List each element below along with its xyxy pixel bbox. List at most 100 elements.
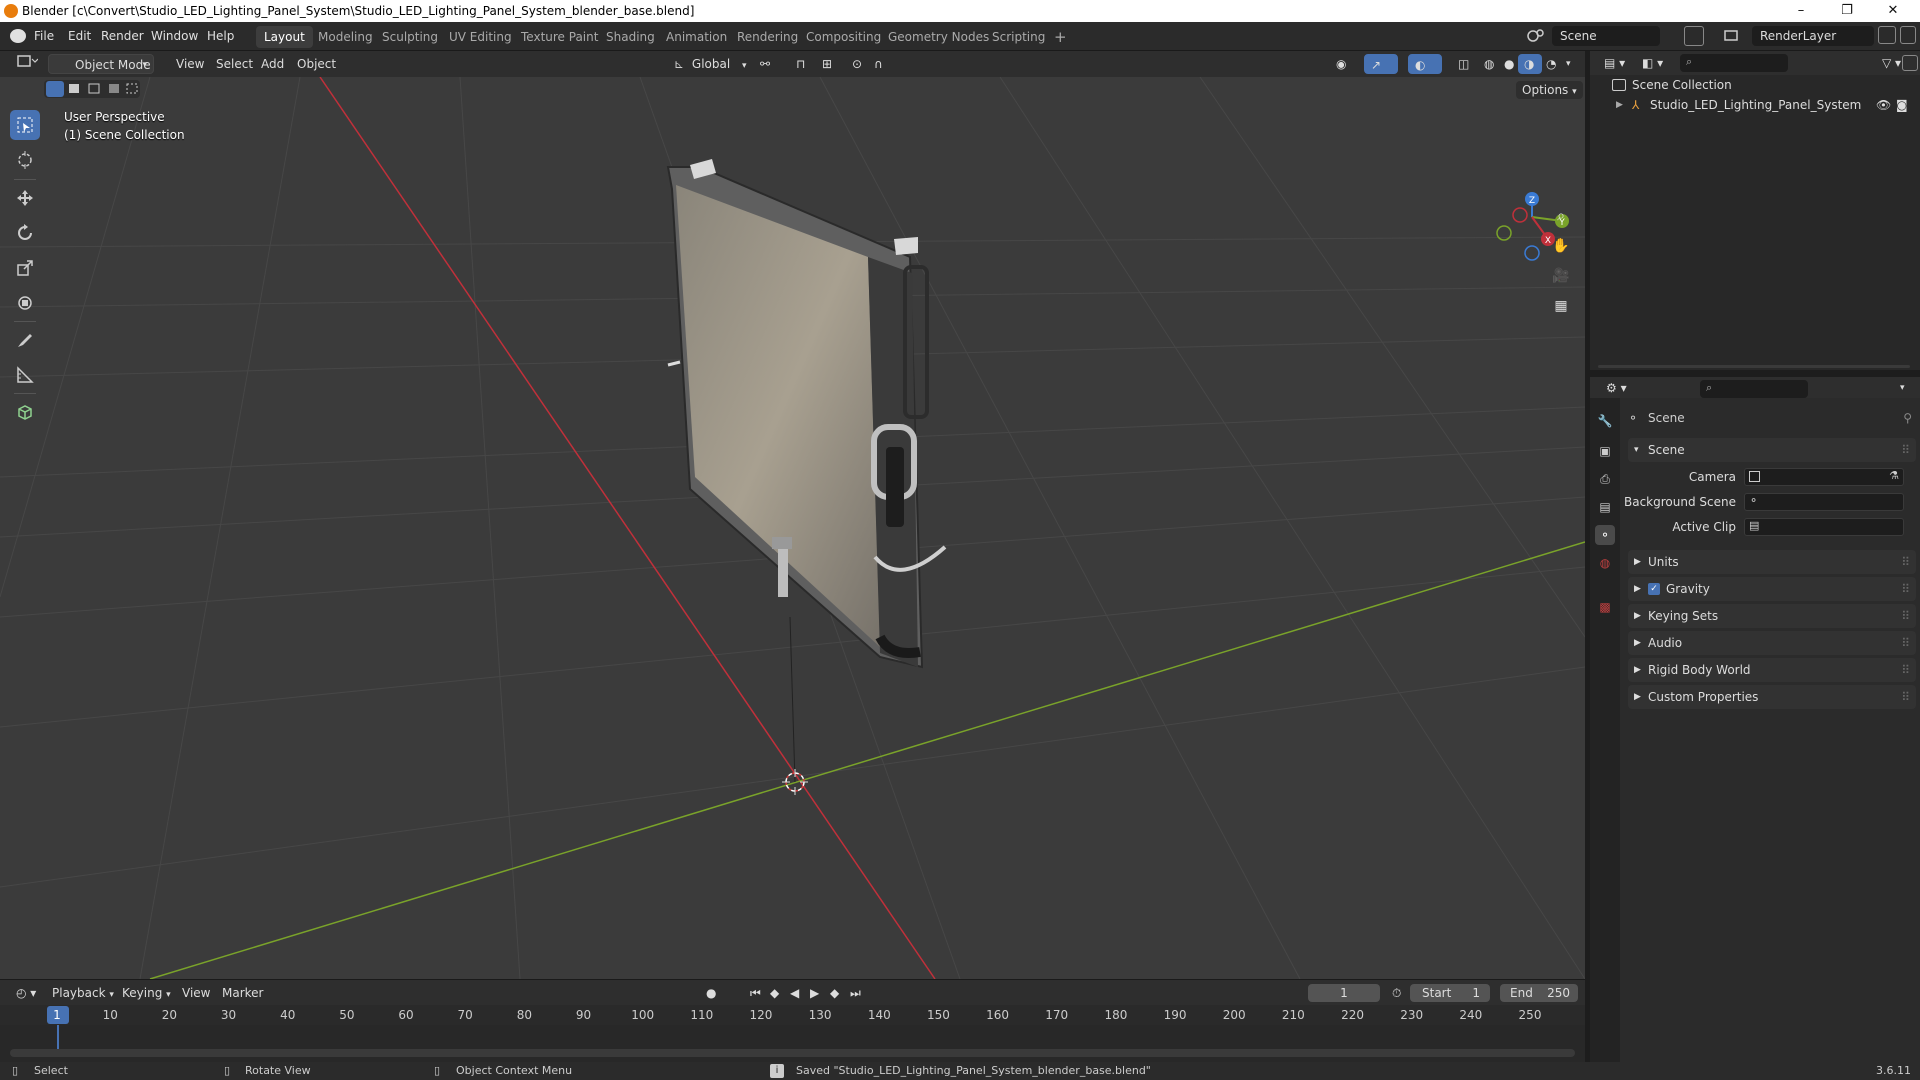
drag-handle-icon[interactable]: ⠿: [1901, 631, 1910, 655]
material-shading-icon[interactable]: ◑: [1518, 54, 1542, 74]
tool-tab-icon[interactable]: 🔧: [1595, 411, 1615, 431]
menu-playback[interactable]: Playback ▾: [46, 983, 120, 1003]
select-new-icon[interactable]: [46, 81, 64, 97]
outliner-row-scene-collection[interactable]: Scene Collection: [1590, 75, 1920, 95]
drag-handle-icon[interactable]: ⠿: [1901, 658, 1910, 682]
eye-visibility-icon[interactable]: 👁: [1876, 95, 1891, 115]
tab-rendering[interactable]: Rendering: [729, 26, 806, 48]
select-intersect-icon[interactable]: [124, 81, 140, 97]
tab-modeling[interactable]: Modeling: [310, 26, 381, 48]
gizmo-toggle-icon[interactable]: ↗: [1364, 54, 1398, 74]
menu-keying[interactable]: Keying ▾: [116, 983, 177, 1003]
panel-units[interactable]: ▶ Units ⠿: [1628, 550, 1916, 574]
tab-texture-paint[interactable]: Texture Paint: [513, 26, 606, 48]
zoom-icon[interactable]: ⌕: [1548, 203, 1574, 229]
tab-uv-editing[interactable]: UV Editing: [441, 26, 520, 48]
jump-end-icon[interactable]: ⏭: [844, 983, 864, 1003]
xray-icon[interactable]: ◫: [1452, 54, 1474, 74]
scale-tool[interactable]: [10, 253, 40, 283]
menu-marker[interactable]: Marker: [216, 983, 269, 1003]
snap-icon[interactable]: ⊓: [790, 54, 816, 74]
active-clip-field[interactable]: ▤: [1744, 518, 1904, 536]
properties-editor-type-icon[interactable]: ⚙ ▾: [1600, 378, 1630, 398]
record-icon[interactable]: ●: [700, 983, 722, 1003]
display-mode-icon[interactable]: ◧ ▾: [1636, 53, 1666, 73]
measure-tool[interactable]: [10, 360, 40, 390]
annotate-tool[interactable]: [10, 325, 40, 355]
scene-tab-icon[interactable]: ⚬: [1595, 525, 1615, 545]
scene-icon[interactable]: [1526, 27, 1546, 45]
panel-rigid-body-world[interactable]: ▶ Rigid Body World ⠿: [1628, 658, 1916, 682]
tab-scripting[interactable]: Scripting: [984, 26, 1053, 48]
play-reverse-icon[interactable]: ◀: [784, 983, 804, 1003]
prev-keyframe-icon[interactable]: ◆: [764, 983, 784, 1003]
menu-file[interactable]: File: [34, 29, 54, 43]
clock-icon[interactable]: ⏱: [1386, 983, 1408, 1003]
new-scene-icon[interactable]: [1684, 26, 1704, 46]
next-keyframe-icon[interactable]: ◆: [824, 983, 844, 1003]
timeline-scrollbar[interactable]: [10, 1049, 1575, 1057]
outliner-row-object[interactable]: ▶ ⅄ Studio_LED_Lighting_Panel_System 👁 ◙: [1590, 95, 1920, 115]
properties-search-input[interactable]: ⌕: [1700, 380, 1808, 398]
menu-select[interactable]: Select: [210, 54, 259, 74]
overlay-toggle-icon[interactable]: ◐: [1408, 54, 1442, 74]
select-box-tool[interactable]: [10, 110, 40, 140]
eyedropper-icon[interactable]: ⚗: [1889, 469, 1899, 482]
tab-animation[interactable]: Animation: [658, 26, 735, 48]
minimize-button[interactable]: –: [1778, 0, 1824, 22]
drag-handle-icon[interactable]: ⠿: [1901, 685, 1910, 709]
falloff-icon[interactable]: ∩: [868, 54, 894, 74]
render-tab-icon[interactable]: ▣: [1595, 441, 1615, 461]
timeline-body[interactable]: [0, 1025, 1585, 1062]
snap-target-icon[interactable]: ⊞: [816, 54, 842, 74]
outliner-editor-type-icon[interactable]: ▤ ▾: [1598, 53, 1628, 73]
cursor-tool[interactable]: [10, 145, 40, 175]
filter-icon[interactable]: ▽ ▾: [1876, 53, 1904, 73]
drag-handle-icon[interactable]: ⠿: [1901, 577, 1910, 601]
drag-handle-icon[interactable]: ⠿: [1901, 550, 1910, 574]
select-extend-icon[interactable]: [66, 81, 84, 97]
output-tab-icon[interactable]: ⎙: [1595, 469, 1615, 489]
rotate-tool[interactable]: [10, 218, 40, 248]
drag-handle-icon[interactable]: ⠿: [1901, 438, 1910, 462]
menu-window[interactable]: Window: [151, 29, 198, 43]
menu-edit[interactable]: Edit: [68, 29, 91, 43]
menu-help[interactable]: Help: [207, 29, 234, 43]
world-tab-icon[interactable]: ◍: [1595, 553, 1615, 573]
tab-sculpting[interactable]: Sculpting: [374, 26, 446, 48]
new-collection-icon[interactable]: [1902, 55, 1918, 71]
solid-shading-icon[interactable]: ●: [1498, 54, 1520, 74]
blender-menu-icon[interactable]: [10, 29, 26, 43]
camera-view-icon[interactable]: 🎥: [1548, 263, 1574, 289]
transform-tool[interactable]: [10, 288, 40, 318]
view-layer-icon[interactable]: [1722, 27, 1742, 45]
new-view-layer-icon[interactable]: [1878, 26, 1896, 44]
view-layer-tab-icon[interactable]: ▤: [1595, 497, 1615, 517]
outliner-scrollbar[interactable]: [1598, 365, 1910, 368]
camera-field[interactable]: ⚗: [1744, 468, 1904, 486]
outliner-search-input[interactable]: ⌕: [1680, 54, 1788, 72]
menu-object[interactable]: Object: [291, 54, 342, 74]
editor-type-icon[interactable]: [10, 54, 44, 74]
jump-start-icon[interactable]: ⏮: [744, 983, 764, 1003]
menu-add[interactable]: Add: [255, 54, 290, 74]
transform-orientation-dropdown[interactable]: ⊾ Global ▾: [668, 54, 747, 74]
chevron-down-icon[interactable]: ▾: [1560, 54, 1582, 74]
maximize-button[interactable]: ❐: [1824, 0, 1870, 22]
panel-custom-properties[interactable]: ▶ Custom Properties ⠿: [1628, 685, 1916, 709]
end-frame-field[interactable]: End 250: [1500, 984, 1578, 1002]
orthographic-grid-icon[interactable]: ▦: [1548, 293, 1574, 319]
select-subtract-icon[interactable]: [86, 81, 104, 97]
render-camera-icon[interactable]: ◙: [1896, 95, 1908, 115]
gravity-checkbox[interactable]: ✓: [1648, 583, 1660, 595]
tab-shading[interactable]: Shading: [598, 26, 663, 48]
add-cube-tool[interactable]: [10, 397, 40, 427]
drag-handle-icon[interactable]: ⠿: [1901, 604, 1910, 628]
texture-tab-icon[interactable]: ▩: [1595, 597, 1615, 617]
view-layer-selector[interactable]: RenderLayer: [1752, 26, 1874, 46]
remove-view-layer-icon[interactable]: [1900, 26, 1916, 44]
menu-render[interactable]: Render: [101, 29, 144, 43]
chevron-down-icon[interactable]: ▾: [1894, 378, 1916, 398]
start-frame-field[interactable]: Start 1: [1410, 984, 1490, 1002]
rendered-shading-icon[interactable]: ◔: [1540, 54, 1562, 74]
